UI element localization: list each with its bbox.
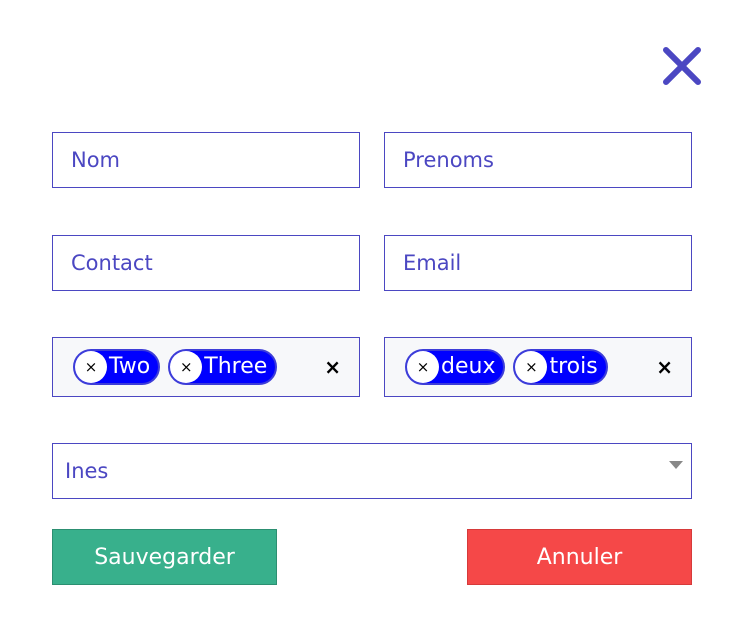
close-button[interactable] [660, 45, 704, 87]
cancel-button-label: Annuler [536, 544, 623, 570]
tag-remove-button[interactable]: × [407, 351, 439, 383]
cancel-button[interactable]: Annuler [467, 529, 692, 585]
prenoms-field-wrapper [384, 132, 692, 188]
clear-all-icon[interactable]: × [656, 355, 673, 379]
tag-remove-button[interactable]: × [515, 351, 548, 383]
caret-down-icon [669, 461, 683, 469]
person-select[interactable]: Ines [52, 443, 692, 499]
contact-field-wrapper [52, 235, 360, 291]
tag-chip: × Three [168, 349, 278, 385]
tag-chip: × Two [73, 349, 161, 385]
tag-chip: × deux [405, 349, 506, 385]
select-value: Ines [65, 459, 109, 483]
nom-field-wrapper [52, 132, 360, 188]
tag-remove-button[interactable]: × [75, 351, 107, 383]
email-input[interactable] [385, 236, 691, 290]
contact-input[interactable] [53, 236, 359, 290]
close-icon [663, 47, 701, 85]
save-button-label: Sauvegarder [94, 544, 235, 570]
multiselect-right[interactable]: × deux × trois × [384, 337, 692, 397]
edit-form: × Two × Three × × deux × trois × Ines Sa… [0, 0, 743, 638]
multiselect-left[interactable]: × Two × Three × [52, 337, 360, 397]
nom-input[interactable] [53, 133, 359, 187]
prenoms-input[interactable] [385, 133, 691, 187]
tag-label: deux [441, 354, 496, 379]
tag-chip: × trois [513, 349, 608, 385]
tag-label: Three [204, 354, 268, 379]
clear-all-icon[interactable]: × [324, 355, 341, 379]
email-field-wrapper [384, 235, 692, 291]
tag-remove-button[interactable]: × [170, 351, 203, 383]
tag-label: trois [549, 354, 598, 379]
tag-label: Two [109, 354, 151, 379]
save-button[interactable]: Sauvegarder [52, 529, 277, 585]
